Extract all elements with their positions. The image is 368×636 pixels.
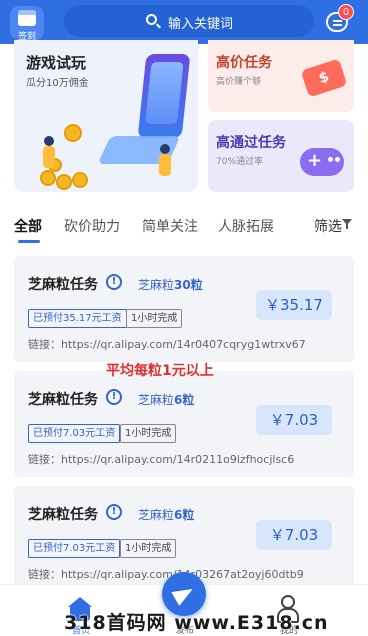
- info-icon[interactable]: !: [106, 274, 122, 290]
- coin-icon: [72, 172, 88, 188]
- grain-prefix: 芝麻粒: [138, 393, 175, 407]
- banner-high-price[interactable]: 高价任务 高价赚个够 $: [208, 40, 354, 112]
- phone-illustration-icon: [137, 54, 191, 138]
- gamepad-icon: [300, 148, 344, 176]
- coin-icon: [56, 174, 72, 190]
- message-badge: 0: [338, 4, 354, 20]
- task-price: ￥35.17: [256, 290, 332, 320]
- task-title: 芝麻粒任务: [28, 507, 98, 523]
- checkin-button[interactable]: 签到: [10, 6, 44, 42]
- task-title: 芝麻粒任务: [28, 392, 98, 408]
- search-bar[interactable]: 输入关键词: [64, 5, 314, 37]
- task-grain: 芝麻粒30粒: [138, 276, 203, 293]
- banner-high-pass[interactable]: 高通过任务 70%通过率: [208, 120, 354, 192]
- person-illustration-icon: [44, 136, 54, 146]
- grain-count: 6粒: [174, 508, 195, 522]
- overlay-annotation: 平均每粒1元以上: [106, 363, 214, 379]
- dollar-tag-icon: $: [300, 58, 348, 98]
- banner-main-title: 游戏试玩: [26, 54, 87, 72]
- prepaid-tag: 已预付35.17元工资: [28, 309, 127, 328]
- task-title: 芝麻粒任务: [28, 277, 98, 293]
- coin-icon: [64, 124, 82, 142]
- tab-scroll-fade: [290, 212, 310, 240]
- task-price: ￥7.03: [256, 405, 332, 435]
- task-card[interactable]: 芝麻粒任务 ! 芝麻粒6粒 已预付7.03元工资 1小时完成 链接：https:…: [14, 371, 354, 477]
- task-grain: 芝麻粒6粒: [138, 506, 194, 523]
- person-illustration-icon: [160, 144, 170, 154]
- high-price-subtitle: 高价赚个够: [216, 77, 262, 87]
- tab-bargain[interactable]: 砍价助力: [64, 216, 120, 236]
- prepaid-tag: 已预付7.03元工资: [28, 539, 121, 558]
- info-icon[interactable]: !: [106, 504, 122, 520]
- banner-main-subtitle: 瓜分10万佣金: [26, 78, 89, 89]
- grain-count: 6粒: [174, 393, 195, 407]
- time-tag: 1小时完成: [120, 539, 177, 558]
- high-price-title: 高价任务: [216, 55, 272, 71]
- high-pass-subtitle: 70%通过率: [216, 157, 264, 167]
- search-icon: [146, 14, 157, 25]
- filter-button[interactable]: 筛选: [314, 216, 342, 236]
- filter-icon[interactable]: [342, 219, 352, 229]
- task-link[interactable]: 链接：https://qr.alipay.com/14r0407cqryg1wt…: [28, 336, 306, 352]
- task-card[interactable]: 芝麻粒任务 ! 芝麻粒30粒 已预付35.17元工资 1小时完成 链接：http…: [14, 256, 354, 362]
- tab-follow[interactable]: 简单关注: [142, 216, 198, 236]
- person-illustration-body: [159, 154, 171, 176]
- watermark: 318首码网 www.E318.cn: [64, 612, 329, 634]
- task-price: ￥7.03: [256, 520, 332, 550]
- grain-prefix: 芝麻粒: [138, 508, 175, 522]
- tab-network[interactable]: 人脉拓展: [218, 216, 274, 236]
- search-placeholder: 输入关键词: [168, 17, 234, 32]
- tab-all[interactable]: 全部: [14, 216, 42, 236]
- coin-icon: [40, 170, 56, 186]
- grain-count: 30粒: [174, 278, 203, 292]
- task-link[interactable]: 链接：https://qr.alipay.com/14r0211o9lzfhoc…: [28, 451, 294, 467]
- category-tabs: 全部 砍价助力 简单关注 人脉拓展 筛选: [0, 206, 368, 246]
- banner-game-trial[interactable]: 游戏试玩 瓜分10万佣金: [14, 40, 198, 192]
- grain-prefix: 芝麻粒: [138, 278, 175, 292]
- time-tag: 1小时完成: [126, 309, 183, 328]
- time-tag: 1小时完成: [120, 424, 177, 443]
- person-illustration-body: [43, 146, 55, 168]
- high-pass-title: 高通过任务: [216, 135, 286, 151]
- active-tab-indicator: [18, 240, 40, 243]
- prepaid-tag: 已预付7.03元工资: [28, 424, 121, 443]
- info-icon[interactable]: !: [106, 389, 122, 405]
- task-grain: 芝麻粒6粒: [138, 391, 194, 408]
- top-header: 签到 输入关键词 0: [0, 0, 368, 44]
- calendar-icon: [18, 10, 36, 26]
